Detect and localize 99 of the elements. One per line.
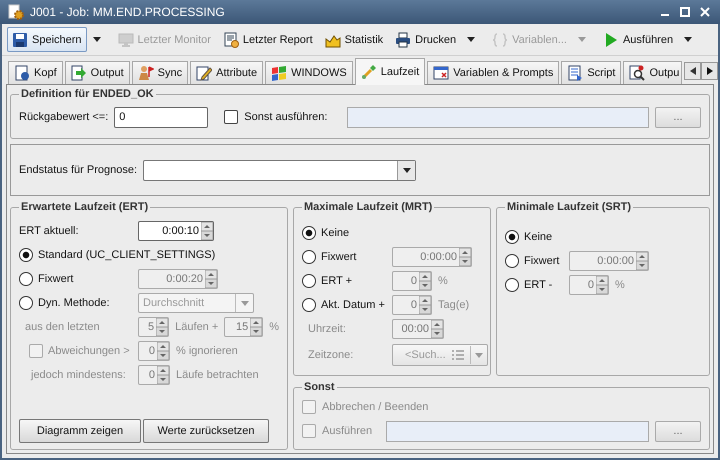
field-label: ERT aktuell: — [19, 225, 79, 237]
scroll-right-button[interactable] — [701, 62, 718, 80]
caret-right-icon — [706, 67, 713, 75]
spin-field[interactable]: 0:00:10 — [138, 221, 214, 241]
radio-button[interactable] — [302, 298, 316, 312]
checkbox[interactable] — [29, 344, 43, 358]
caret-left-icon — [690, 67, 696, 75]
group-title: Maximale Laufzeit (MRT) — [303, 201, 434, 213]
list-icon — [567, 65, 584, 81]
pencil-icon — [196, 65, 212, 81]
field-label: Zeitzone: — [308, 349, 354, 361]
field-label: Rückgabewert <=: — [19, 111, 108, 123]
tab[interactable]: Output — [64, 61, 130, 84]
toolbar-button[interactable]: Statistik — [320, 27, 388, 52]
tab[interactable]: WINDOWS — [265, 61, 353, 84]
window-title: J001 - Job: MM.END.PROCESSING — [30, 5, 226, 19]
option-label: Dyn. Methode: — [38, 297, 110, 309]
action-button[interactable]: Diagramm zeigen — [19, 419, 141, 443]
status-dropdown[interactable] — [143, 160, 416, 180]
magnifier-icon — [629, 65, 646, 81]
list-icon — [452, 350, 464, 360]
toolbar-button[interactable]: Drucken — [390, 27, 462, 52]
field-label: jedoch mindestens: — [31, 369, 126, 381]
checkbox[interactable] — [224, 110, 238, 124]
field-label: Läufe betrachten — [176, 369, 259, 381]
checkbox-label: Ausführen — [322, 425, 372, 437]
option-label: Keine — [524, 231, 552, 243]
field-label: Uhrzeit: — [308, 323, 346, 335]
caret-icon — [402, 168, 411, 172]
maximize-icon[interactable] — [678, 5, 692, 19]
option-label: Akt. Datum + — [321, 299, 385, 311]
group-title: Erwartete Laufzeit (ERT) — [20, 201, 150, 213]
caret-icon — [578, 37, 586, 42]
option-label: ERT - — [524, 279, 552, 291]
radio-button[interactable] — [302, 250, 316, 264]
field-label: aus den letzten — [25, 321, 100, 333]
caret-icon — [92, 37, 101, 42]
tab[interactable]: Kopf — [8, 61, 63, 84]
unit-label: % — [269, 321, 279, 333]
group-title: Definition für ENDED_OK — [20, 88, 155, 100]
input-field[interactable] — [386, 420, 649, 442]
radio-button[interactable] — [505, 254, 519, 268]
unit-label: % — [438, 275, 448, 287]
radio-button[interactable] — [302, 226, 316, 240]
caret-icon — [684, 37, 692, 42]
tab[interactable]: Sync — [132, 61, 188, 84]
tab[interactable]: Outpu — [623, 61, 682, 84]
radio-button[interactable] — [505, 278, 519, 292]
window-icon — [433, 65, 450, 81]
gear-icon — [8, 4, 24, 20]
unit-label: Tag(e) — [438, 299, 470, 311]
caret-icon — [474, 352, 483, 358]
group-title: Sonst — [303, 381, 336, 393]
spin-buttons[interactable] — [201, 222, 213, 240]
browse-button[interactable]: ... — [655, 106, 701, 128]
caret-icon — [467, 37, 476, 42]
radio-button[interactable] — [19, 248, 33, 262]
scroll-left-button[interactable] — [684, 62, 702, 80]
caret-icon — [240, 300, 248, 306]
action-button[interactable]: Werte zurücksetzen — [143, 419, 269, 443]
input-field[interactable]: 0 — [114, 106, 208, 128]
toolbar-button[interactable]: Ausführen — [598, 27, 678, 52]
option-label: ERT + — [321, 275, 352, 287]
radio-button[interactable] — [19, 296, 33, 310]
tab[interactable]: Script — [561, 61, 622, 84]
wrench-icon — [360, 64, 377, 80]
flag-icon — [271, 65, 288, 81]
unit-label: % — [615, 279, 625, 291]
variables-icon — [492, 32, 508, 48]
tab[interactable]: Variablen & Prompts — [427, 61, 560, 84]
option-label: Keine — [321, 227, 350, 239]
option-label: Fixwert — [524, 255, 560, 267]
field-label: % ignorieren — [176, 345, 238, 357]
field-label: Läufen + — [175, 321, 218, 333]
tab[interactable]: Laufzeit — [354, 58, 426, 85]
floppy-icon — [12, 32, 28, 48]
figure-icon — [138, 65, 154, 81]
field-label: Endstatus für Prognose: — [19, 164, 138, 176]
radio-button[interactable] — [505, 230, 519, 244]
option-label: Fixwert — [38, 273, 74, 285]
monitor-icon — [118, 32, 134, 48]
close-icon[interactable] — [698, 5, 712, 19]
checkbox-label: Abweichungen > — [48, 345, 130, 357]
radio-button[interactable] — [19, 272, 33, 286]
option-label: Standard (UC_CLIENT_SETTINGS) — [38, 249, 216, 261]
option-label: Fixwert — [321, 251, 356, 263]
arrow-icon — [70, 65, 87, 81]
radio-button[interactable] — [302, 274, 316, 288]
report-icon — [222, 32, 239, 48]
checkbox-label: Abbrechen / Beenden — [322, 401, 428, 413]
input-field[interactable] — [347, 106, 649, 128]
tab[interactable]: Attribute — [190, 61, 264, 84]
browse-button[interactable]: ... — [655, 420, 701, 442]
document-icon — [14, 65, 30, 81]
checkbox-label: Sonst ausführen: — [244, 111, 328, 123]
group-title: Minimale Laufzeit (SRT) — [506, 201, 632, 213]
printer-icon — [395, 32, 412, 48]
toolbar-button[interactable]: Letzter Report — [218, 27, 318, 52]
toolbar-button[interactable]: Speichern — [7, 27, 87, 52]
